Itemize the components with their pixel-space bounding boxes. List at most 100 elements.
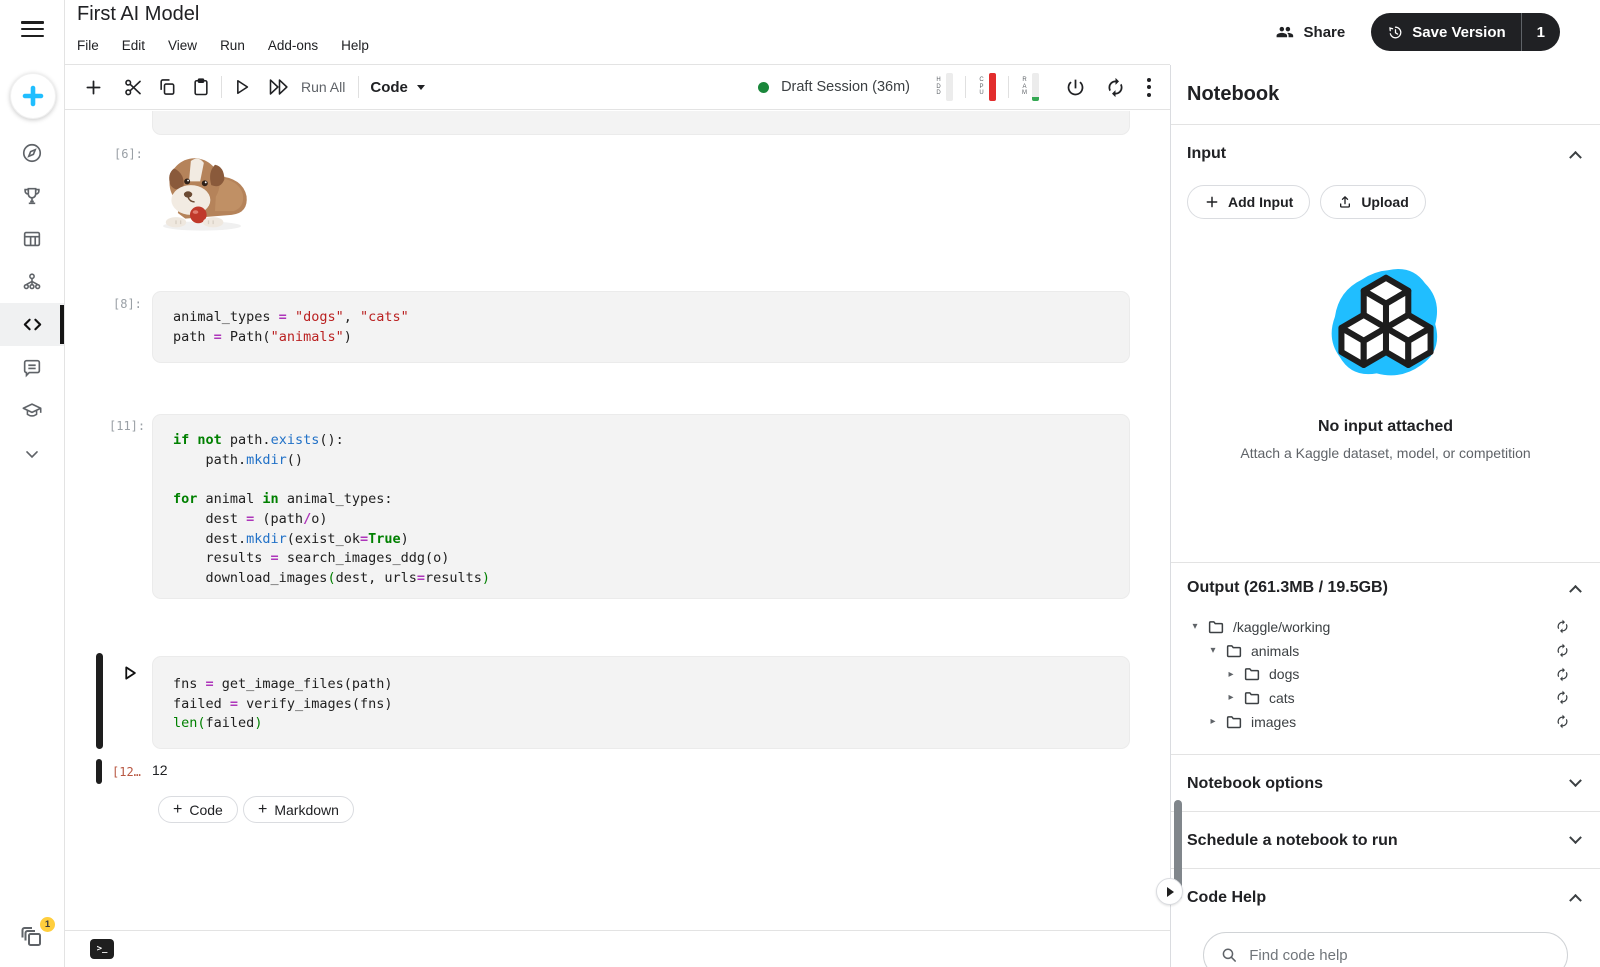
- share-button[interactable]: Share: [1275, 22, 1346, 42]
- sidebar-item-learn[interactable]: [0, 389, 64, 432]
- chevron-up-icon: [1569, 894, 1582, 907]
- sidebar-item-code[interactable]: [0, 303, 64, 346]
- refresh-folder-button[interactable]: [1555, 667, 1570, 682]
- output-section-header[interactable]: Output (261.3MB / 19.5GB): [1171, 563, 1600, 613]
- scissors-icon: [123, 77, 144, 98]
- refresh-folder-button[interactable]: [1555, 714, 1570, 729]
- add-input-button[interactable]: Add Input: [1187, 185, 1310, 219]
- caret-collapsed-icon[interactable]: ▸: [1225, 692, 1237, 703]
- session-status[interactable]: Draft Session (36m): [758, 79, 910, 95]
- tree-row-images[interactable]: ▸ images: [1171, 710, 1600, 734]
- save-version-button[interactable]: Save Version 1: [1371, 13, 1560, 51]
- create-new-button[interactable]: [10, 73, 56, 119]
- code-icon: [21, 313, 44, 336]
- bottom-statusbar: >_: [65, 930, 1170, 967]
- cpu-gauge[interactable]: CPU: [969, 73, 1005, 101]
- notebook-title[interactable]: First AI Model: [77, 3, 199, 26]
- more-options-button[interactable]: [1136, 70, 1162, 104]
- tree-row-dogs[interactable]: ▸dogs: [1171, 662, 1600, 686]
- restart-session-button[interactable]: [1098, 70, 1132, 104]
- sidebar-item-discussions[interactable]: [0, 346, 64, 389]
- cut-cell-button[interactable]: [116, 70, 150, 104]
- menu-edit[interactable]: Edit: [122, 38, 145, 53]
- add-input-label: Add Input: [1228, 194, 1293, 210]
- chevron-down-icon: [1569, 774, 1582, 787]
- sidebar-item-home[interactable]: [0, 131, 64, 174]
- folder-name: /kaggle/working: [1233, 619, 1330, 635]
- share-people-icon: [1275, 22, 1295, 42]
- caret-collapsed-icon[interactable]: ▸: [1225, 669, 1237, 680]
- caret-collapsed-icon[interactable]: ▸: [1207, 716, 1219, 727]
- sidebar-item-datasets[interactable]: [0, 217, 64, 260]
- schedule-header[interactable]: Schedule a notebook to run: [1171, 812, 1600, 869]
- add-code-cell-button[interactable]: + Code: [158, 796, 238, 823]
- output-section-title: Output (261.3MB / 19.5GB): [1187, 579, 1388, 597]
- active-events-button[interactable]: 1: [20, 925, 50, 955]
- sidebar-item-more[interactable]: [0, 432, 64, 475]
- run-this-cell-button[interactable]: [119, 663, 141, 685]
- paste-cell-button[interactable]: [184, 70, 218, 104]
- power-session-button[interactable]: [1058, 70, 1092, 104]
- code-cell-selected[interactable]: fns = get_image_files(path)failed = veri…: [152, 656, 1130, 749]
- add-markdown-cell-button[interactable]: + Markdown: [243, 796, 354, 823]
- code-line: dest.mkdir(exist_ok=True): [173, 530, 1109, 550]
- menu-help[interactable]: Help: [341, 38, 369, 53]
- sidebar-item-competitions[interactable]: [0, 174, 64, 217]
- refresh-folder-button[interactable]: [1555, 690, 1570, 705]
- code-cell-8[interactable]: animal_types = "dogs", "cats"path = Path…: [152, 291, 1130, 363]
- cell-type-dropdown[interactable]: Code: [362, 79, 433, 96]
- code-cell-11[interactable]: if not path.exists(): path.mkdir() for a…: [152, 414, 1130, 599]
- output-file-tree: ▾/kaggle/working▾animals▸dogs▸cats▸image…: [1171, 613, 1600, 733]
- notebook-options-header[interactable]: Notebook options: [1171, 755, 1600, 812]
- chevron-right-icon: [1167, 887, 1174, 897]
- menu-file[interactable]: File: [77, 38, 99, 53]
- menu-add-ons[interactable]: Add-ons: [268, 38, 318, 53]
- run-all-button[interactable]: [259, 70, 299, 104]
- topbar-divider: [65, 64, 1170, 65]
- code-editor[interactable]: animal_types = "dogs", "cats"path = Path…: [153, 292, 1129, 363]
- menu-hamburger-icon[interactable]: [21, 21, 44, 38]
- add-cell-button[interactable]: [76, 70, 110, 104]
- sidebar-item-models[interactable]: [0, 260, 64, 303]
- refresh-icon: [1105, 77, 1126, 98]
- copy-cell-button[interactable]: [150, 70, 184, 104]
- datasets-cubes-illustration: [1320, 261, 1452, 391]
- console-terminal-icon[interactable]: >_: [90, 939, 114, 959]
- panel-collapse-button[interactable]: [1156, 878, 1183, 905]
- version-count[interactable]: 1: [1521, 13, 1560, 51]
- tree-row--kaggle-working[interactable]: ▾ /kaggle/working: [1171, 615, 1600, 639]
- folder-name: images: [1251, 714, 1296, 730]
- folder-name: cats: [1269, 690, 1295, 706]
- code-help-search-input[interactable]: [1249, 947, 1551, 964]
- hdd-gauge[interactable]: HDD: [926, 73, 962, 101]
- folder-icon: [1207, 618, 1225, 636]
- menu-run[interactable]: Run: [220, 38, 245, 53]
- tree-row-animals[interactable]: ▾animals: [1171, 639, 1600, 663]
- code-line: animal_types = "dogs", "cats": [173, 308, 1109, 328]
- code-editor[interactable]: fns = get_image_files(path)failed = veri…: [153, 657, 1129, 750]
- refresh-folder-button[interactable]: [1555, 619, 1570, 634]
- run-all-label[interactable]: Run All: [301, 79, 345, 95]
- clipboard-icon: [191, 77, 211, 97]
- code-cell-partial[interactable]: [152, 111, 1130, 135]
- chevron-up-icon: [1569, 150, 1582, 163]
- input-section-header[interactable]: Input: [1171, 125, 1600, 183]
- clock-history-icon: [1387, 24, 1404, 41]
- tree-row-cats[interactable]: ▸ cats: [1171, 686, 1600, 710]
- code-line: [173, 470, 1109, 490]
- folder-icon: [1243, 689, 1261, 707]
- ram-gauge[interactable]: RAM: [1012, 73, 1048, 101]
- caret-expanded-icon[interactable]: ▾: [1189, 621, 1201, 632]
- toolbar-right: Draft Session (36m) HDD CPU RAM: [758, 70, 1170, 104]
- rail-nav: [0, 131, 64, 475]
- code-editor[interactable]: if not path.exists(): path.mkdir() for a…: [153, 415, 1129, 605]
- refresh-folder-button[interactable]: [1555, 643, 1570, 658]
- code-help-header[interactable]: Code Help: [1171, 869, 1600, 926]
- run-cell-button[interactable]: [225, 70, 259, 104]
- save-version-main[interactable]: Save Version: [1371, 13, 1520, 51]
- upload-button[interactable]: Upload: [1320, 185, 1425, 219]
- folder-icon: [1243, 665, 1261, 683]
- menu-view[interactable]: View: [168, 38, 197, 53]
- caret-expanded-icon[interactable]: ▾: [1207, 645, 1219, 656]
- input-section-title: Input: [1187, 145, 1226, 163]
